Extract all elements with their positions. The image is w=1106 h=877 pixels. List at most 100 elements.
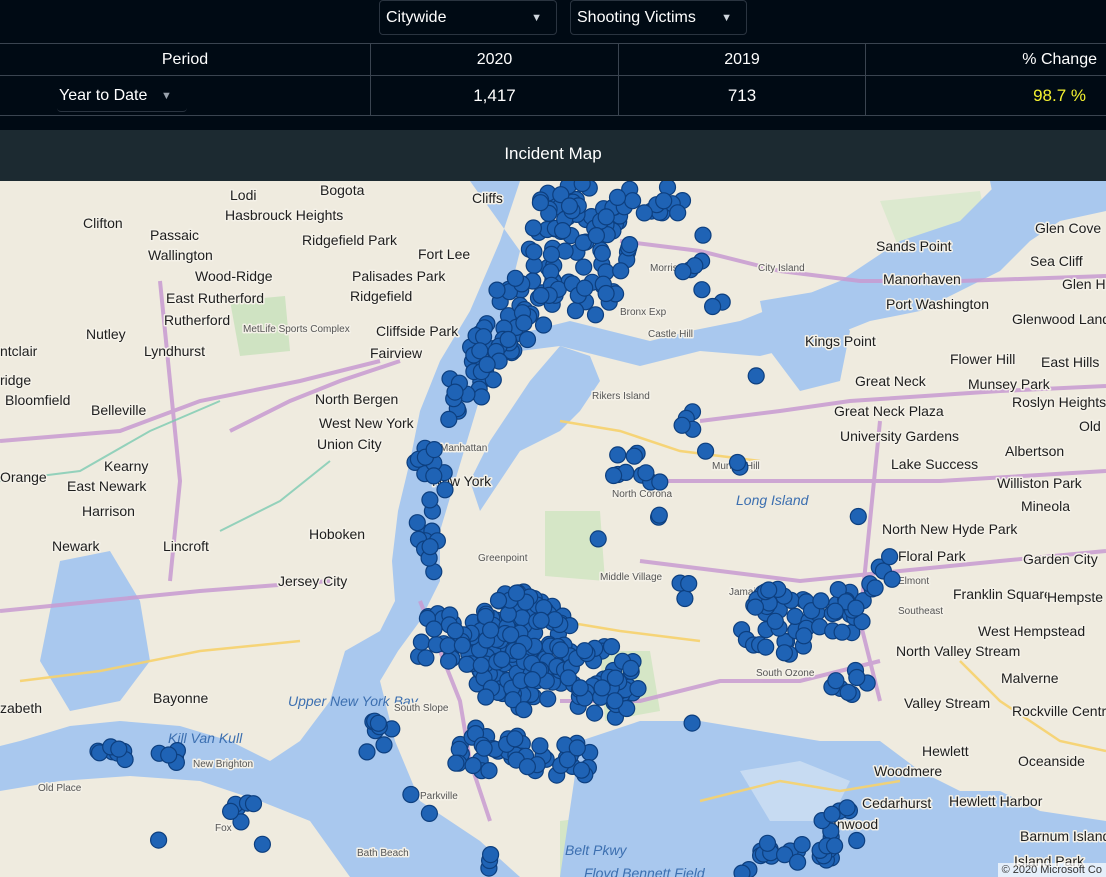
incident-marker[interactable] — [507, 584, 526, 602]
incident-marker[interactable] — [440, 652, 458, 670]
incident-marker[interactable] — [525, 243, 543, 261]
incident-marker[interactable] — [585, 704, 604, 722]
incident-marker[interactable] — [472, 656, 490, 674]
incident-marker[interactable] — [793, 835, 811, 854]
incident-marker[interactable] — [880, 548, 899, 566]
incident-marker[interactable] — [244, 795, 263, 813]
incident-marker[interactable] — [408, 514, 426, 532]
incident-marker[interactable] — [587, 226, 606, 245]
incident-marker[interactable] — [553, 221, 572, 240]
incident-marker[interactable] — [475, 739, 493, 757]
incident-marker[interactable] — [499, 330, 517, 349]
incident-marker[interactable] — [622, 659, 640, 677]
incident-marker[interactable] — [412, 633, 430, 651]
incident-marker[interactable] — [575, 258, 593, 276]
map-canvas[interactable]: Lodi Hasbrouck Heights Bogota Ridgefield Pa… — [0, 181, 1106, 877]
incident-marker[interactable] — [629, 680, 647, 698]
incident-marker[interactable] — [534, 316, 553, 334]
period-select[interactable]: Year to Date ▼ — [57, 81, 187, 112]
incident-marker[interactable] — [747, 367, 765, 385]
incident-marker[interactable] — [623, 192, 642, 210]
incident-marker[interactable] — [222, 802, 240, 821]
incident-marker[interactable] — [812, 592, 830, 610]
incident-marker[interactable] — [674, 263, 692, 281]
incident-marker[interactable] — [673, 416, 691, 434]
incident-marker[interactable] — [458, 655, 476, 673]
incident-marker[interactable] — [560, 197, 579, 215]
incident-marker[interactable] — [608, 188, 627, 206]
incident-marker[interactable] — [480, 761, 498, 780]
incident-marker[interactable] — [477, 688, 495, 706]
incident-marker[interactable] — [609, 446, 627, 464]
incident-marker[interactable] — [446, 383, 464, 401]
incident-marker[interactable] — [568, 739, 586, 757]
incident-marker[interactable] — [425, 441, 443, 459]
incident-marker[interactable] — [489, 591, 508, 610]
incident-marker[interactable] — [110, 740, 128, 758]
incident-marker[interactable] — [421, 491, 439, 509]
incident-marker[interactable] — [766, 612, 784, 630]
incident-marker[interactable] — [446, 622, 464, 640]
incident-marker[interactable] — [593, 679, 611, 697]
incident-marker[interactable] — [453, 636, 471, 654]
incident-marker[interactable] — [482, 621, 500, 639]
area-select[interactable]: Citywide ▼ — [379, 0, 557, 35]
incident-marker[interactable] — [440, 410, 458, 428]
incident-marker[interactable] — [509, 642, 527, 660]
incident-marker[interactable] — [746, 598, 765, 616]
incident-marker[interactable] — [475, 328, 493, 346]
incident-marker[interactable] — [669, 204, 687, 222]
incident-marker[interactable] — [439, 637, 457, 655]
incident-marker[interactable] — [539, 690, 557, 708]
incident-marker[interactable] — [620, 235, 639, 254]
incident-marker[interactable] — [795, 627, 813, 645]
incident-marker[interactable] — [436, 481, 454, 499]
incident-marker[interactable] — [597, 284, 615, 303]
incident-marker[interactable] — [478, 355, 496, 374]
incident-marker[interactable] — [488, 281, 506, 299]
incident-marker[interactable] — [551, 641, 570, 659]
incident-marker[interactable] — [515, 701, 533, 719]
incident-marker[interactable] — [606, 669, 625, 687]
incident-marker[interactable] — [425, 467, 443, 485]
incident-marker[interactable] — [506, 730, 524, 748]
incident-marker[interactable] — [571, 679, 589, 697]
incident-marker[interactable] — [531, 194, 550, 212]
incident-marker[interactable] — [651, 473, 669, 491]
incident-marker[interactable] — [602, 638, 621, 656]
incident-marker[interactable] — [464, 756, 482, 775]
incident-marker[interactable] — [593, 244, 611, 262]
incident-marker[interactable] — [637, 464, 655, 482]
incident-marker[interactable] — [703, 297, 722, 316]
incident-marker[interactable] — [604, 466, 623, 485]
incident-marker[interactable] — [757, 638, 775, 656]
incident-marker[interactable] — [825, 837, 844, 855]
incident-marker[interactable] — [421, 538, 439, 556]
incident-marker[interactable] — [775, 644, 794, 662]
incident-marker[interactable] — [531, 737, 549, 755]
incident-marker[interactable] — [524, 219, 543, 237]
incident-marker[interactable] — [589, 530, 607, 548]
incident-marker[interactable] — [655, 192, 673, 210]
incident-marker[interactable] — [839, 683, 857, 701]
incident-marker[interactable] — [728, 453, 747, 472]
incident-marker[interactable] — [612, 262, 630, 280]
incident-marker[interactable] — [402, 785, 420, 804]
incident-marker[interactable] — [586, 306, 605, 324]
incident-marker[interactable] — [606, 692, 624, 710]
incident-marker[interactable] — [683, 714, 701, 732]
incident-marker[interactable] — [760, 581, 778, 599]
incident-marker[interactable] — [676, 589, 694, 608]
incident-marker[interactable] — [572, 761, 591, 779]
incident-marker[interactable] — [597, 208, 615, 226]
incident-marker[interactable] — [866, 579, 884, 597]
metric-select[interactable]: Shooting Victims ▼ — [570, 0, 747, 35]
incident-map[interactable]: Lodi Hasbrouck Heights Bogota Ridgefield Pa… — [0, 181, 1106, 877]
incident-marker[interactable] — [472, 388, 491, 406]
incident-marker[interactable] — [650, 506, 668, 524]
incident-marker[interactable] — [375, 736, 393, 754]
incident-marker[interactable] — [518, 758, 537, 776]
incident-marker[interactable] — [425, 620, 443, 638]
incident-marker[interactable] — [482, 845, 500, 864]
incident-marker[interactable] — [576, 279, 594, 297]
